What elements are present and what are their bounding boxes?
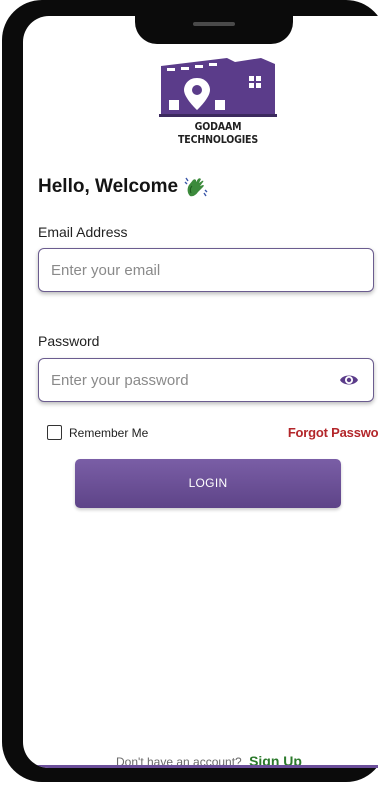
eye-icon[interactable] [339, 371, 359, 389]
password-input[interactable] [51, 359, 331, 401]
welcome-heading: Hello, Welcome [38, 176, 208, 198]
login-screen: GODAAM TECHNOLOGIES Hello, Welcome Email… [23, 16, 378, 768]
remember-me-checkbox[interactable] [47, 425, 62, 440]
bottom-accent-bar [23, 765, 378, 768]
email-label: Email Address [38, 224, 128, 240]
warehouse-location-icon [159, 58, 277, 117]
remember-me-row[interactable]: Remember Me [47, 425, 148, 440]
page: GODAAM TECHNOLOGIES Hello, Welcome Email… [0, 0, 378, 785]
waving-hand-icon [184, 177, 208, 197]
welcome-text: Hello, Welcome [38, 176, 179, 197]
remember-me-label: Remember Me [69, 425, 149, 440]
password-field-container[interactable] [38, 358, 374, 402]
password-label: Password [38, 333, 100, 349]
email-input[interactable] [51, 249, 331, 291]
phone-notch [135, 16, 293, 44]
email-field-container[interactable] [38, 248, 374, 292]
speaker-grille [193, 22, 235, 26]
company-logo: GODAAM TECHNOLOGIES [143, 56, 293, 146]
forgot-password-link[interactable]: Forgot Password [288, 425, 378, 440]
company-name: GODAAM TECHNOLOGIES [178, 120, 258, 146]
login-button[interactable]: LOGIN [75, 459, 341, 508]
